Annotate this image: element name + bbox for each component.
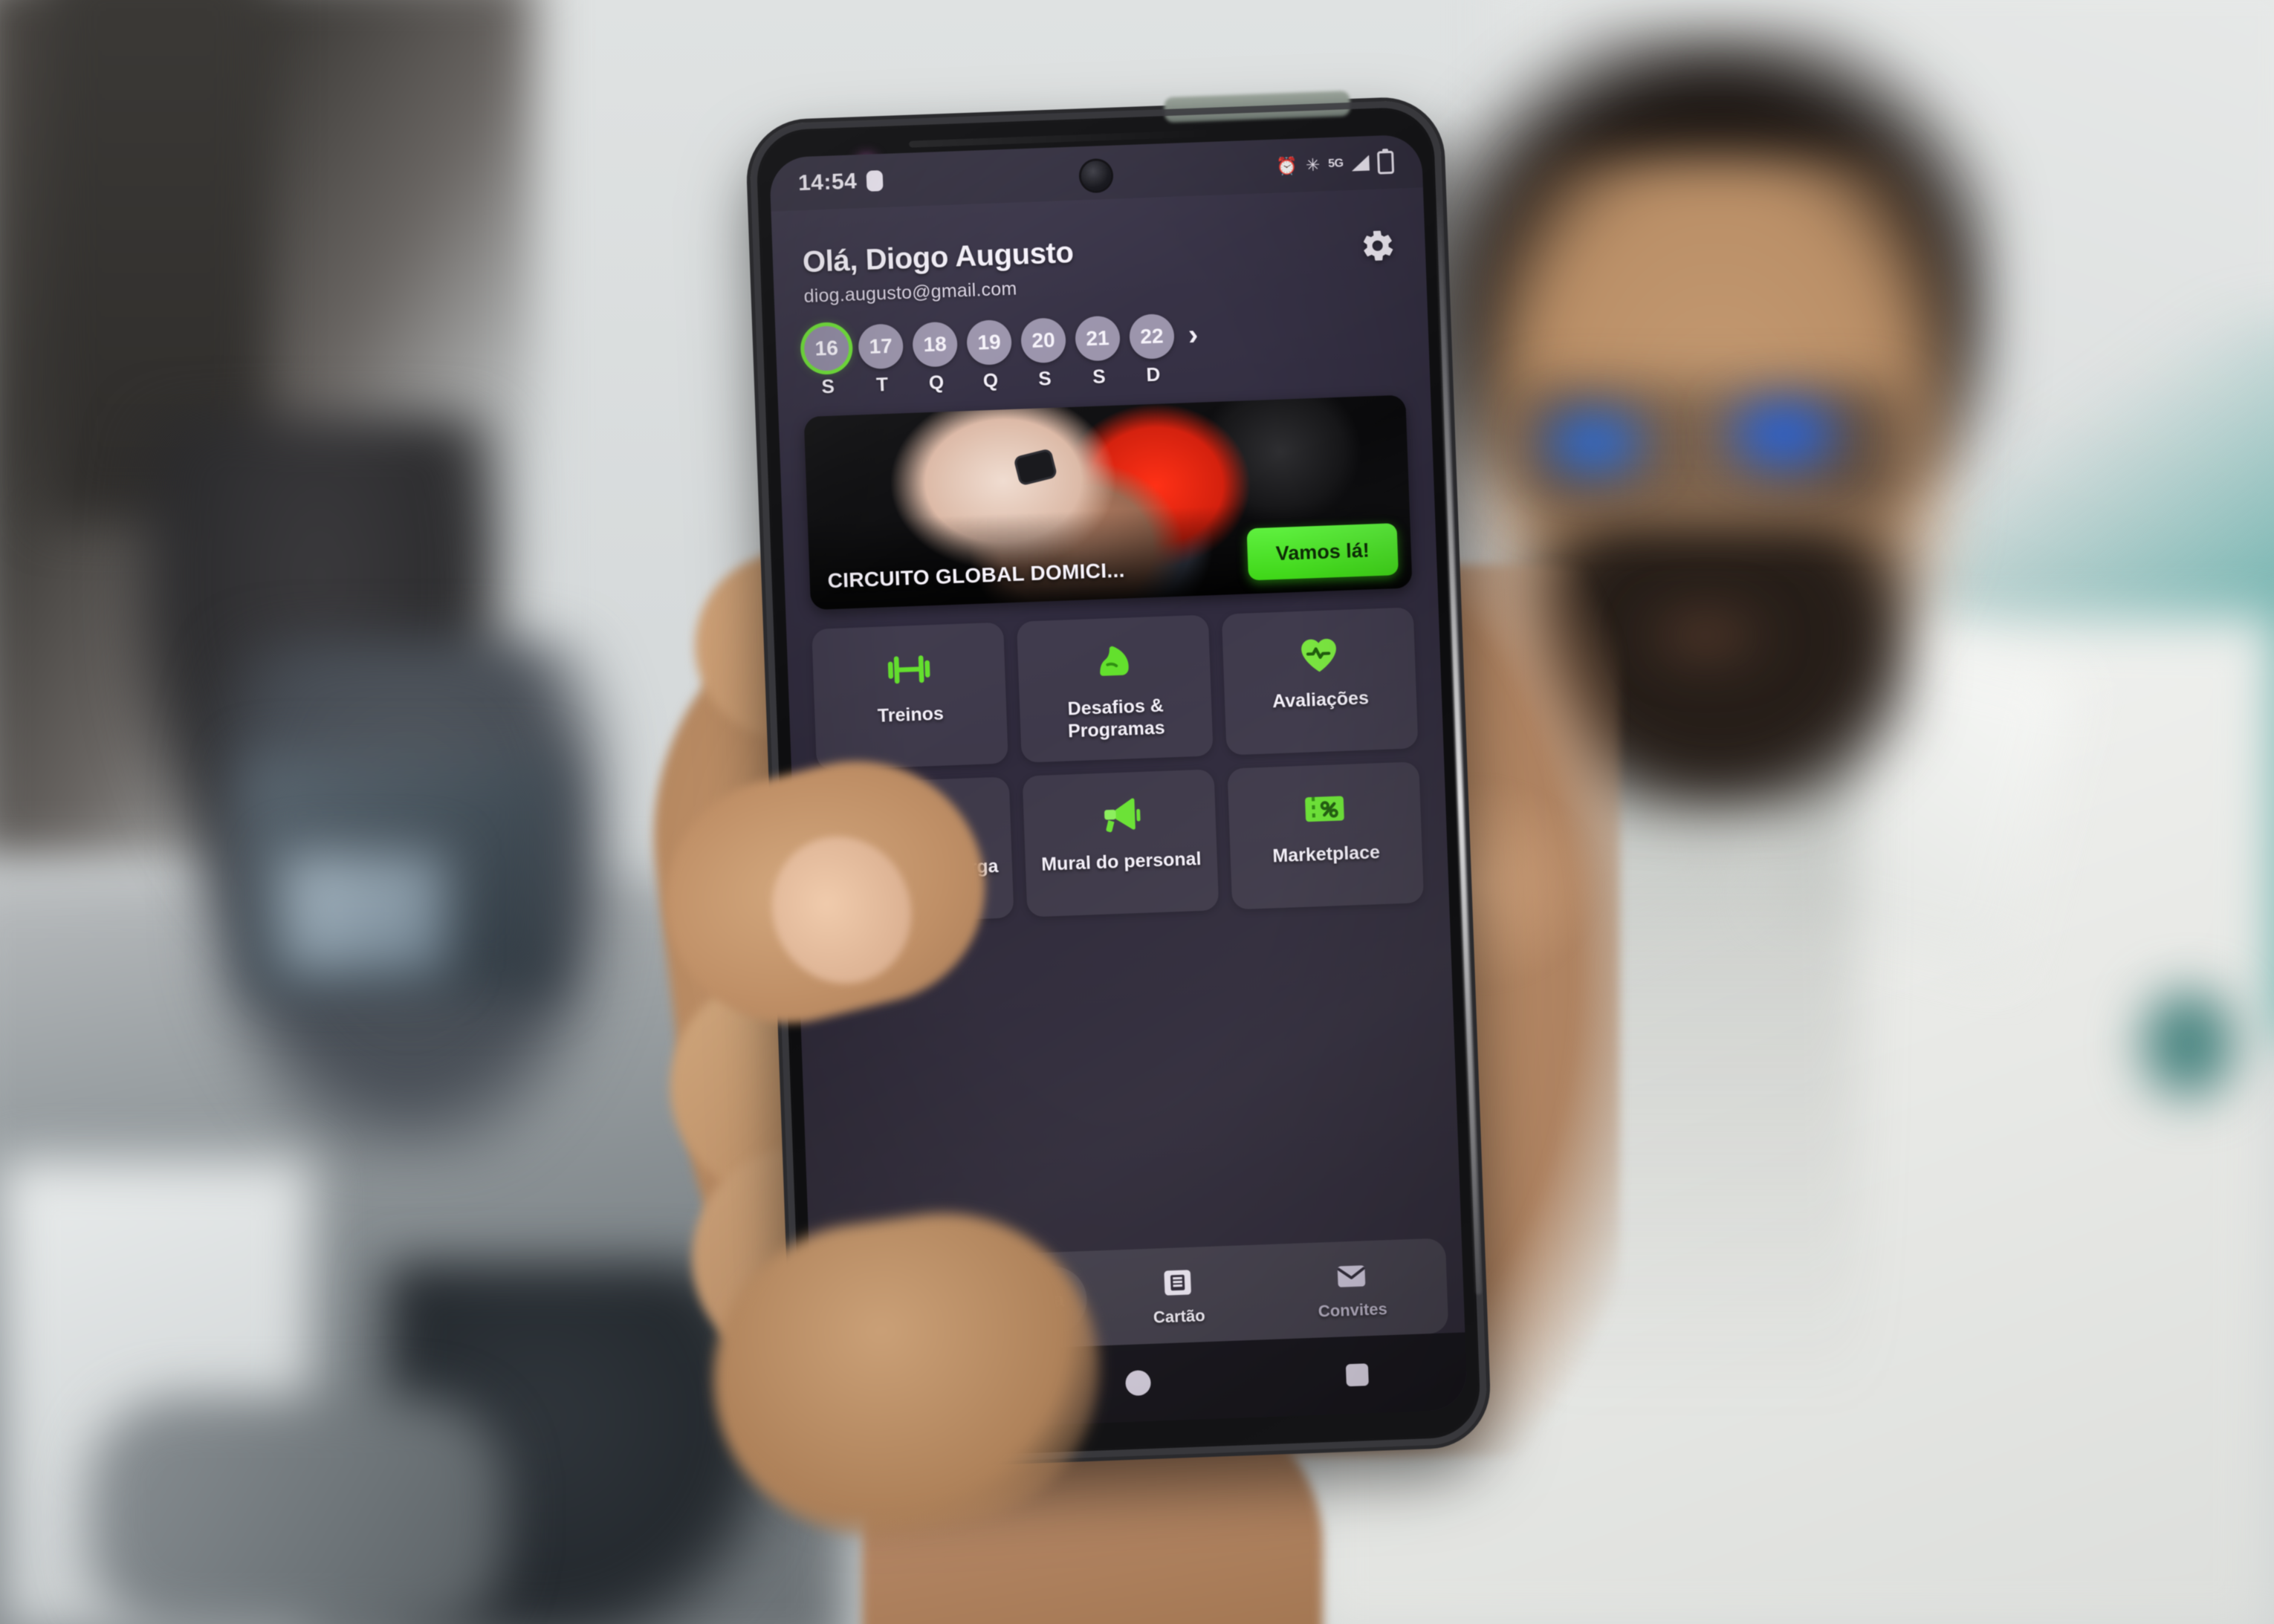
tile-mural-do-personal[interactable]: Mural do personal	[1022, 769, 1219, 917]
date-chip-19[interactable]: 19 Q	[966, 319, 1014, 393]
tile-label: Mural do personal	[1040, 848, 1202, 875]
date-weekday: S	[820, 374, 835, 398]
signal-icon	[1351, 155, 1370, 172]
nav-label: Cartão	[1153, 1306, 1206, 1327]
date-weekday: S	[1092, 365, 1107, 388]
header-text-block: Olá, Diogo Augusto diog.augusto@gmail.co…	[802, 236, 1075, 308]
date-weekday: S	[1037, 366, 1052, 390]
date-number: 20	[1020, 317, 1067, 364]
date-chip-20[interactable]: 20 S	[1020, 317, 1068, 391]
tile-desafios-programas[interactable]: Desafios & Programas	[1016, 614, 1214, 763]
status-bar-left: 14:54	[797, 168, 884, 196]
date-chip-16[interactable]: 16 S	[803, 325, 851, 399]
date-number: 22	[1128, 313, 1176, 360]
date-weekday: D	[1145, 363, 1161, 386]
tile-label: Marketplace	[1272, 842, 1381, 867]
tile-label: Avaliações	[1272, 687, 1370, 712]
start-workout-button[interactable]: Vamos lá!	[1246, 523, 1399, 581]
date-weekday: T	[875, 373, 889, 396]
date-number: 17	[858, 323, 904, 370]
eyeglass-lens-reflection-left	[1546, 416, 1642, 468]
dumbbell-icon	[884, 644, 934, 695]
eyeglass-lens-reflection-right	[1732, 405, 1836, 463]
date-weekday: Q	[982, 368, 999, 392]
heart-pulse-icon	[1294, 629, 1344, 680]
promo-banner[interactable]: CIRCUITO GLOBAL DOMICI... Vamos lá!	[803, 394, 1413, 611]
page-title: Olá, Diogo Augusto	[802, 236, 1075, 279]
background-monitor-glow	[282, 854, 446, 973]
photo-scene: 14:54 ⏰ ✳ 5G Olá, Diogo Augusto diog.aug…	[0, 0, 2274, 1624]
phone-top-bump	[1164, 90, 1351, 123]
alarm-icon: ⏰	[1275, 155, 1298, 176]
recents-square-icon[interactable]	[1346, 1363, 1370, 1387]
date-weekday: Q	[928, 371, 945, 394]
background-chair-arm	[89, 1397, 505, 1624]
discount-ticket-icon	[1299, 784, 1350, 834]
status-bar-right: ⏰ ✳ 5G	[1275, 150, 1395, 178]
status-clock: 14:54	[797, 169, 858, 196]
date-chip-21[interactable]: 21 S	[1074, 315, 1122, 389]
battery-icon	[1377, 150, 1395, 175]
nav-label: Convites	[1318, 1299, 1388, 1321]
date-chip-18[interactable]: 18 Q	[912, 321, 959, 395]
person-mouth	[1642, 609, 1769, 661]
date-number: 21	[1074, 315, 1121, 362]
gear-icon[interactable]	[1359, 227, 1396, 264]
nav-item-convites[interactable]: Convites	[1269, 1255, 1435, 1323]
tile-treinos[interactable]: Treinos	[812, 622, 1008, 770]
date-number: 19	[966, 319, 1013, 366]
date-chip-22[interactable]: 22 D	[1128, 313, 1176, 387]
shirt-chest-logo	[2140, 988, 2237, 1100]
bluetooth-icon: ✳	[1305, 155, 1321, 175]
tile-avaliacoes[interactable]: Avaliações	[1221, 607, 1419, 756]
date-chip-17[interactable]: 17 T	[858, 323, 905, 397]
date-number: 18	[912, 321, 959, 368]
flexed-biceps-icon	[1089, 637, 1139, 687]
nav-item-cartao[interactable]: Cartão	[1095, 1261, 1261, 1330]
megaphone-icon	[1094, 791, 1144, 842]
5g-icon: 5G	[1327, 157, 1344, 171]
notification-dot-icon	[866, 170, 884, 192]
tile-marketplace[interactable]: Marketplace	[1227, 761, 1425, 910]
envelope-icon	[1332, 1257, 1371, 1296]
date-number: 16	[803, 325, 850, 372]
home-circle-icon[interactable]	[1124, 1369, 1152, 1397]
tile-label: Treinos	[877, 703, 945, 727]
id-card-icon	[1159, 1264, 1197, 1302]
chevron-right-icon[interactable]: ›	[1188, 319, 1199, 352]
tile-label: Desafios & Programas	[1067, 695, 1166, 741]
